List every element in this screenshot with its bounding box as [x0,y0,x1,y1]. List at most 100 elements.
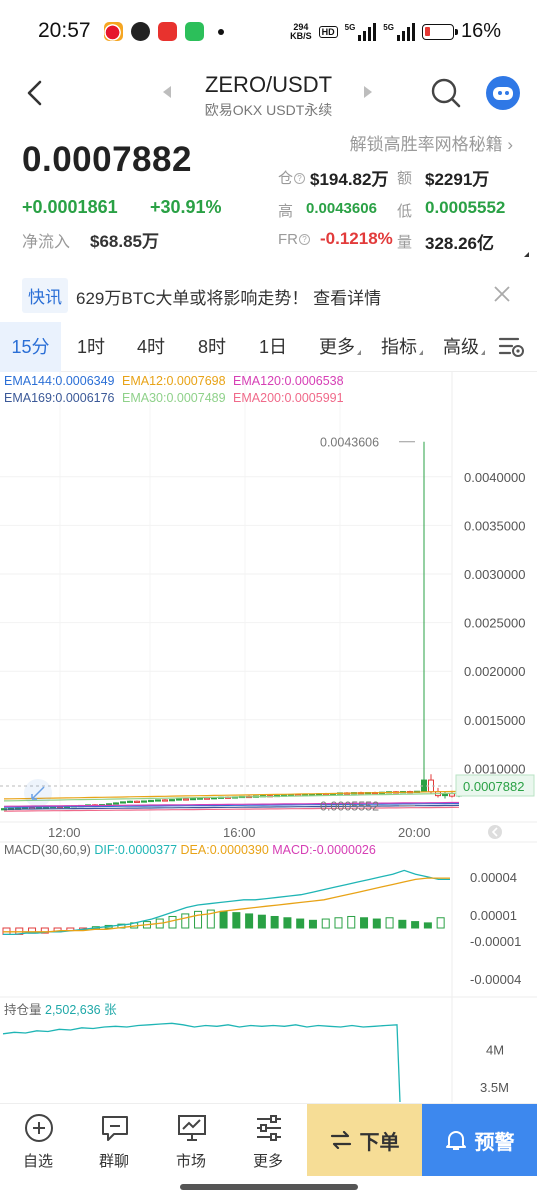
candle-body [120,801,126,804]
candle-body [127,800,133,803]
candle-body [113,802,119,805]
ema120-label: EMA120:0.0006538 [233,374,344,388]
dea-label: DEA:0.0000390 [180,843,269,857]
chat-icon [102,1116,128,1141]
candle-body [183,798,189,801]
info-icon: ? [299,234,310,245]
volume-value: 328.26亿 [425,234,494,253]
close-icon[interactable] [492,284,512,304]
tab-1d[interactable]: 1日 [248,322,298,372]
candle-body [449,793,455,797]
macd-bar [181,913,190,929]
price-panel: 解锁高胜率网格秘籍 › 0.0007882 +0.0001861 +30.91%… [0,124,537,257]
oi-line [2,1022,401,1102]
oi-value-label: 2,502,636 张 [45,1003,117,1017]
macd-bar [436,917,445,929]
ema-legend-row-1: EMA144:0.0006349 EMA12:0.0007698 EMA120:… [4,374,348,388]
status-bar: 20:57 294 KB/S HD 5G 5G 16% [0,0,537,62]
macd-value-label: MACD:-0.0000026 [272,843,376,857]
macd-bar [423,922,432,929]
assistant-bot-icon[interactable] [486,76,520,110]
grid-strategy-link[interactable]: 解锁高胜率网格秘籍 › [350,130,513,155]
nav-market[interactable]: 市场 [154,1104,228,1176]
ema200-label: EMA200:0.0005991 [233,391,344,405]
more-settings-icon [257,1115,281,1141]
y-axis-tick: 0.0020000 [464,664,525,679]
tab-indicators[interactable]: 指标 [372,322,432,372]
change-absolute: +0.0001861 [22,197,118,217]
macd-bar [219,910,228,929]
ema144-label: EMA144:0.0006349 [4,374,115,388]
net-inflow-label: 净流入 [22,234,71,251]
battery-percent: 16% [460,20,501,42]
macd-bar [283,917,292,929]
nav-watchlist[interactable]: 自选 [1,1104,75,1176]
tab-4h[interactable]: 4时 [126,322,176,372]
y-axis-tick: 0.0025000 [464,616,525,631]
macd-bar [257,914,266,929]
candle-body [148,799,154,803]
nav-more[interactable]: 更多 [231,1104,305,1176]
low-marker-label: 0.0005552 [320,800,379,814]
bottom-nav: 自选 群聊 市场 更多 下单 预警 [0,1103,537,1176]
turnover-value: $2291万 [425,170,490,189]
browser-icon [131,22,150,41]
macd-bar [308,919,317,929]
status-right: 294 KB/S HD 5G 5G 16% [290,20,501,43]
search-icon[interactable] [430,77,462,109]
candle-body [204,797,210,800]
info-icon: ? [294,173,306,184]
open-interest-label: 仓? [278,167,306,188]
macd-bar [385,917,394,929]
macd-bar [270,915,279,929]
news-text[interactable]: 629万BTC大单或将影响走势！ 查看详情 [76,284,381,309]
header: ZERO/USDT 欧易OKX USDT永续 [0,62,537,124]
x-axis-tick: 16:00 [223,825,256,840]
macd-bar [411,921,420,929]
macd-bar [194,910,203,929]
macd-bar [232,912,241,929]
macd-bar [398,919,407,929]
chart-settings-icon[interactable] [498,335,526,359]
nav-group-chat[interactable]: 群聊 [77,1104,151,1176]
candle-body [169,799,175,802]
news-flash-bar[interactable]: 快讯 629万BTC大单或将影响走势！ 查看详情 [0,272,537,320]
candle-body [141,800,147,803]
macd-bar [245,913,254,929]
macd-bar [296,918,305,929]
order-button[interactable]: 下单 [307,1104,422,1176]
next-pair-icon[interactable] [364,86,372,98]
low-value: 0.0005552 [425,198,506,217]
oi-y-tick: 3.5M [480,1080,509,1095]
bell-icon [445,1131,466,1150]
macd-y-tick: -0.00004 [470,972,521,987]
home-indicator [180,1184,358,1190]
volume-label: 量 [397,234,413,251]
expand-corner-icon[interactable] [524,252,529,257]
tab-advanced[interactable]: 高级 [434,322,494,372]
funding-rate-label: FR? [278,231,310,248]
tab-15m[interactable]: 15分 [0,322,61,372]
oi-title: 持仓量 [4,1003,42,1017]
macd-title: MACD(30,60,9) [4,843,91,857]
macd-bar [168,915,177,929]
scroll-back-icon [488,825,502,839]
chart-area[interactable]: 0.0040000 0.0035000 0.0030000 0.0025000 0.00… [0,372,537,1102]
chevron-right-icon: › [507,135,513,154]
tab-1h[interactable]: 1时 [66,322,116,372]
macd-bar [360,917,369,929]
tab-8h[interactable]: 8时 [187,322,237,372]
high-value: 0.0043606 [306,200,377,217]
open-interest-legend: 持仓量 2,502,636 张 [4,999,117,1018]
y-axis-tick: 0.0015000 [464,713,525,728]
swap-arrows-icon [330,1131,351,1149]
candle-body [176,798,182,801]
add-circle-icon [25,1114,53,1142]
kline-chart[interactable]: 0.0040000 0.0035000 0.0030000 0.0025000 0.00… [0,372,537,1102]
y-axis-tick: 0.0040000 [464,470,525,485]
ema-legend-row-2: EMA169:0.0006176 EMA30:0.0007489 EMA200:… [4,391,348,405]
status-time: 20:57 [38,19,91,42]
price-alert-button[interactable]: 预警 [422,1104,537,1176]
chat-app-icon [158,22,177,41]
tab-more[interactable]: 更多 [310,322,370,372]
